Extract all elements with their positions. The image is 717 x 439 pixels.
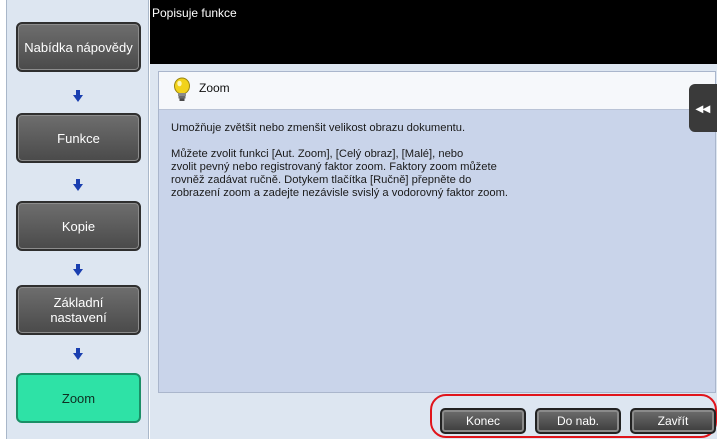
crumb-label: Zoom — [61, 390, 96, 406]
lightbulb-icon — [173, 77, 191, 108]
description-paragraph: Můžete zvolit funkci [Aut. Zoom], [Celý … — [171, 148, 509, 199]
to-menu-button[interactable]: Do nab. — [535, 408, 621, 434]
help-content: Zoom Umožňuje zvětšit nebo zmenšit velik… — [158, 71, 716, 393]
help-main-panel: Popisuje funkce Zoom Umožňuje zvětšit ne… — [150, 0, 717, 439]
title-bar: Popisuje funkce — [150, 0, 717, 64]
down-arrow-icon — [7, 178, 148, 192]
crumb-label: Základní nastavení — [50, 295, 107, 325]
crumb-help-menu[interactable]: Nabídka nápovědy — [16, 22, 141, 72]
end-button[interactable]: Konec — [440, 408, 526, 434]
down-arrow-icon — [7, 89, 148, 103]
crumb-label: Kopie — [61, 218, 96, 234]
crumb-copy[interactable]: Kopie — [16, 201, 141, 251]
close-button-label: Zavřít — [657, 414, 689, 428]
to-menu-button-label: Do nab. — [556, 414, 600, 428]
page-title: Popisuje funkce — [152, 6, 237, 20]
down-arrow-icon — [7, 263, 148, 277]
crumb-functions[interactable]: Funkce — [16, 113, 141, 163]
crumb-basic-settings[interactable]: Základní nastavení — [16, 285, 141, 335]
description-paragraph: Umožňuje zvětšit nebo zmenšit velikost o… — [171, 122, 466, 134]
down-arrow-icon — [7, 347, 148, 361]
double-chevron-left-icon: ◂◂ — [695, 99, 711, 116]
help-breadcrumb-panel: Nabídka nápovědy Funkce Kopie Základní n… — [6, 0, 149, 439]
crumb-zoom[interactable]: Zoom — [16, 373, 141, 423]
crumb-label: Funkce — [57, 130, 100, 146]
content-header: Zoom — [159, 72, 715, 110]
close-button[interactable]: Zavřít — [630, 408, 716, 434]
collapse-tab[interactable]: ◂◂ — [689, 84, 717, 132]
content-title: Zoom — [199, 81, 230, 95]
end-button-label: Konec — [465, 414, 501, 428]
crumb-label: Nabídka nápovědy — [24, 39, 133, 55]
